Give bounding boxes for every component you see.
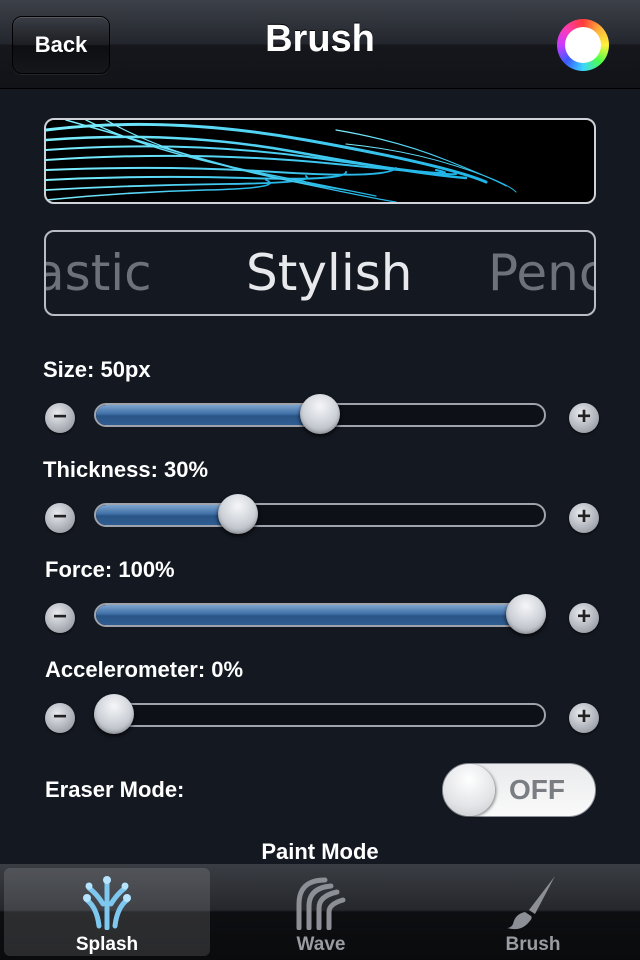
accelerometer-slider-track[interactable] [94, 703, 546, 727]
tab-brush[interactable]: Brush [430, 868, 636, 956]
force-slider-track[interactable] [94, 603, 546, 627]
thickness-slider-thumb[interactable] [217, 494, 258, 534]
navigation-bar: Back Brush [0, 0, 640, 89]
tab-bar: Splash Wave Brush [0, 864, 640, 960]
tab-label-wave: Wave [296, 934, 346, 955]
eraser-mode-toggle[interactable]: OFF [442, 763, 596, 817]
accelerometer-label: Accelerometer: 0% [45, 657, 244, 682]
color-wheel-icon[interactable] [557, 19, 609, 71]
force-slider-thumb[interactable] [506, 594, 546, 634]
tab-label-brush: Brush [505, 934, 561, 955]
thickness-plus-icon[interactable]: + [569, 503, 599, 533]
thickness-label: Thickness: 30% [43, 457, 209, 482]
size-plus-icon[interactable]: + [569, 403, 599, 433]
toggle-knob [443, 764, 495, 816]
brush-option-previous[interactable]: astic [46, 244, 152, 302]
toggle-state-text: OFF [509, 774, 565, 805]
tab-splash[interactable]: Splash [4, 868, 210, 956]
brush-option-next[interactable]: Penc [488, 244, 594, 302]
force-minus-icon[interactable]: − [45, 603, 75, 633]
accelerometer-minus-icon[interactable]: − [45, 703, 75, 733]
wave-icon [296, 877, 346, 930]
size-minus-icon[interactable]: − [45, 403, 75, 433]
splash-icon [83, 876, 131, 930]
tab-label-splash: Splash [75, 934, 139, 955]
accelerometer-plus-icon[interactable]: + [569, 703, 599, 733]
paint-mode-heading: Paint Mode [261, 839, 379, 864]
force-plus-icon[interactable]: + [569, 603, 599, 633]
page-title: Brush [265, 18, 375, 60]
brush-preview [44, 118, 596, 204]
brush-type-picker[interactable]: astic Stylish Penc [44, 230, 596, 316]
size-slider-thumb[interactable] [300, 394, 340, 434]
eraser-mode-label: Eraser Mode: [45, 777, 185, 802]
accelerometer-slider-thumb[interactable] [94, 694, 134, 734]
thickness-slider-track[interactable] [94, 503, 546, 527]
size-label: Size: 50px [43, 357, 151, 382]
tab-wave[interactable]: Wave [218, 868, 424, 956]
brush-option-selected[interactable]: Stylish [246, 244, 412, 302]
size-slider-fill [96, 405, 322, 425]
force-label: Force: 100% [45, 557, 175, 582]
thickness-minus-icon[interactable]: − [45, 503, 75, 533]
force-slider-fill [96, 605, 528, 625]
brush-stroke-preview-icon [46, 120, 517, 202]
brush-icon [507, 876, 555, 930]
